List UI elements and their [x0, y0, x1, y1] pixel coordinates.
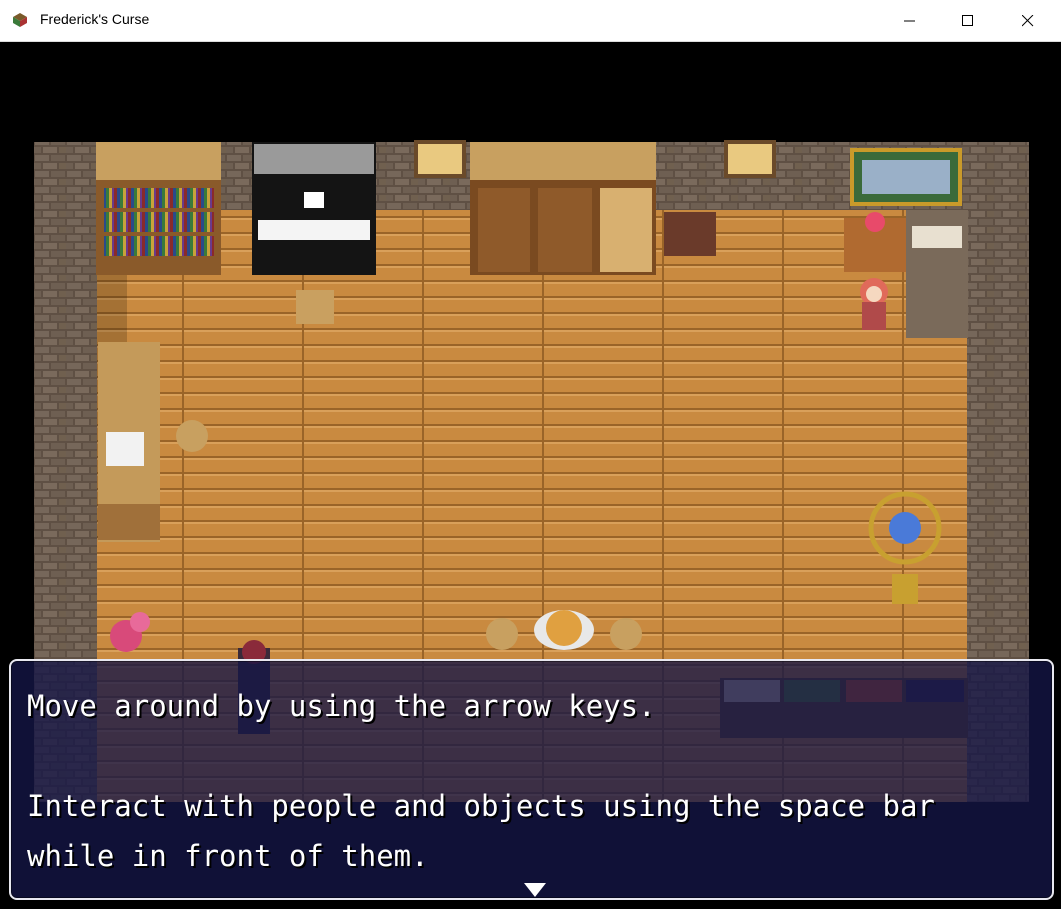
game-app-icon [13, 13, 27, 27]
maximize-icon [962, 15, 973, 26]
player-character [860, 278, 888, 330]
message-window: Move around by using the arrow keys. Int… [9, 659, 1054, 900]
close-icon [1022, 15, 1034, 27]
window-titlebar: Frederick's Curse [0, 0, 1061, 42]
minimize-button[interactable] [887, 0, 933, 42]
game-viewport[interactable]: Move around by using the arrow keys. Int… [2, 42, 1059, 907]
continue-arrow-icon[interactable] [524, 883, 546, 897]
minimize-icon [904, 20, 915, 22]
message-line-3: while in front of them. [27, 839, 429, 873]
maximize-button[interactable] [945, 0, 991, 42]
message-line-2: Interact with people and objects using t… [27, 789, 935, 823]
message-line-1: Move around by using the arrow keys. [27, 689, 656, 723]
close-button[interactable] [1005, 0, 1051, 42]
window-title: Frederick's Curse [40, 11, 150, 27]
